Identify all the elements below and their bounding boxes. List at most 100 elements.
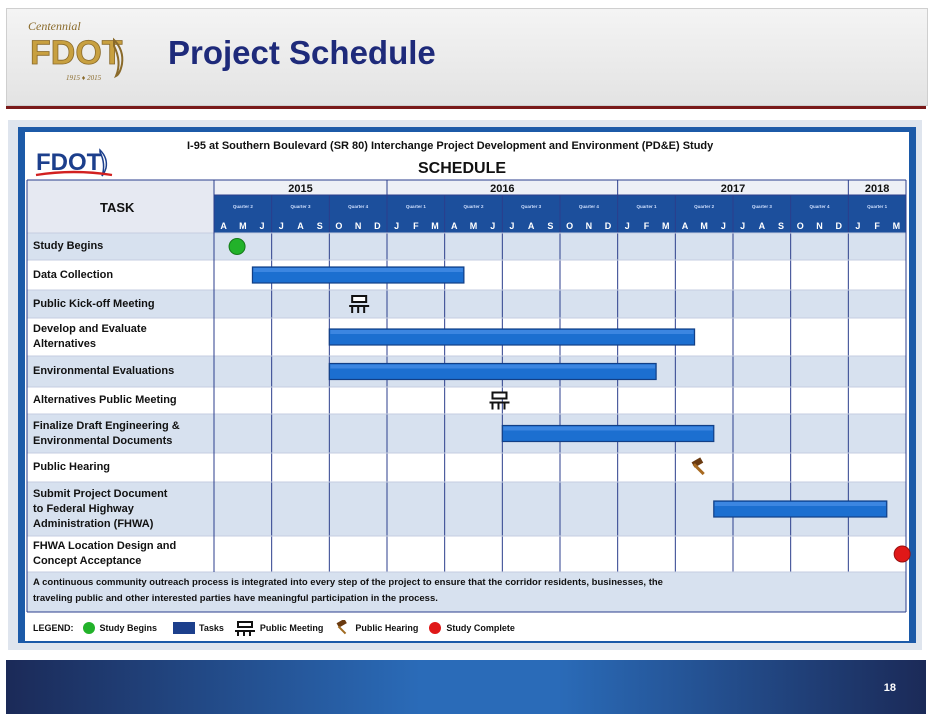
slide: Centennial FDOT 1915 ♦ 2015 Project Sche… xyxy=(0,0,932,719)
month-label: D xyxy=(605,221,612,231)
month-label: J xyxy=(855,221,860,231)
task-row xyxy=(27,233,906,260)
month-label: O xyxy=(566,221,573,231)
month-label: M xyxy=(239,221,247,231)
legend-item-study-begins: Study Begins xyxy=(82,621,158,635)
task-label: Public Kick-off Meeting xyxy=(33,297,155,312)
quarter-label: Quarter 3 xyxy=(290,204,311,209)
green-circle-icon xyxy=(82,622,95,634)
task-label: FHWA Location Design and Concept Acceptan… xyxy=(33,539,176,569)
page-number: 18 xyxy=(883,682,896,694)
month-label: F xyxy=(413,221,419,231)
legend: LEGEND: Study Begins Tasks Public Meetin… xyxy=(33,620,515,636)
study-begins-marker xyxy=(228,238,246,255)
task-label-line: Develop and Evaluate xyxy=(33,323,147,335)
task-label: Finalize Draft Engineering & Environmenta… xyxy=(33,419,180,449)
legend-label: Study Begins xyxy=(99,623,158,633)
month-label: J xyxy=(279,221,284,231)
task-bar-icon xyxy=(173,622,196,634)
month-label: A xyxy=(297,221,304,231)
task-bar-highlight xyxy=(714,502,886,506)
task-label-line: Submit Project Document xyxy=(33,487,168,500)
outreach-note-line: traveling public and other interested pa… xyxy=(33,593,438,604)
task-label-line: Public Hearing xyxy=(33,461,111,473)
month-label: J xyxy=(509,221,514,231)
task-label-line: Environmental Evaluations xyxy=(33,365,175,377)
month-label: J xyxy=(490,221,495,231)
task-label-line: Alternatives Public Meeting xyxy=(33,394,177,406)
red-circle-icon xyxy=(429,622,442,634)
schedule-grid: 2015 2016 2017 2018 Quarter 2 Quarter 3 Quarte… xyxy=(26,179,911,613)
month-label: S xyxy=(317,221,323,231)
month-label: S xyxy=(778,221,784,231)
outreach-note-line: A continuous community outreach process … xyxy=(33,577,663,588)
task-bar-highlight xyxy=(330,330,694,334)
legend-title: LEGEND: xyxy=(33,623,74,633)
task-bar-highlight xyxy=(330,364,656,369)
quarter-label: Quarter 4 xyxy=(809,204,830,209)
task-label: Develop and Evaluate Alternatives xyxy=(33,322,147,352)
task-label: Public Hearing xyxy=(33,460,110,475)
year-header-row xyxy=(214,180,906,195)
month-label: J xyxy=(260,221,265,231)
task-label-line: Concept Acceptance xyxy=(33,555,142,567)
month-label: A xyxy=(220,221,227,231)
quarter-label: Quarter 2 xyxy=(233,204,254,209)
task-label: Study Begins xyxy=(33,239,103,254)
month-label: J xyxy=(721,221,726,231)
quarter-label: Quarter 1 xyxy=(867,204,888,209)
task-label-line: Alternatives xyxy=(33,338,96,350)
month-label: M xyxy=(470,221,478,231)
task-column-header: TASK xyxy=(100,200,135,215)
task-row xyxy=(27,290,906,318)
month-label: D xyxy=(374,221,381,231)
task-label: Environmental Evaluations xyxy=(33,364,174,379)
task-row xyxy=(27,453,906,482)
legend-label: Study Complete xyxy=(446,623,515,633)
month-label: O xyxy=(335,221,342,231)
month-label: N xyxy=(355,221,362,231)
month-label: F xyxy=(874,221,880,231)
task-label-line: Data Collection xyxy=(33,268,114,281)
legend-item-study-complete: Study Complete xyxy=(428,621,515,635)
month-label: F xyxy=(644,221,650,231)
month-label: D xyxy=(835,221,842,231)
month-label: A xyxy=(451,221,458,231)
task-label-line: FHWA Location Design and xyxy=(33,540,177,552)
study-complete-marker xyxy=(893,545,911,563)
task-label-line: Environmental Documents xyxy=(33,434,173,447)
year-label: 2017 xyxy=(721,183,745,195)
legend-item-public-hearing: Public Hearing xyxy=(333,620,418,636)
quarter-label: Quarter 2 xyxy=(463,204,484,209)
task-label-line: Finalize Draft Engineering & xyxy=(33,419,180,432)
slide-footer: 18 xyxy=(6,660,926,714)
month-label: O xyxy=(797,221,804,231)
task-label-line: to Federal Highway xyxy=(33,502,134,515)
quarter-label: Quarter 4 xyxy=(579,204,600,209)
gavel-icon xyxy=(336,620,348,635)
month-label: N xyxy=(586,221,593,231)
quarter-label: Quarter 1 xyxy=(406,204,427,209)
month-label: A xyxy=(682,221,689,231)
task-label-line: Study Begins xyxy=(33,240,104,252)
public-meeting-icon xyxy=(234,621,255,636)
task-label-line: Public Kick-off Meeting xyxy=(33,297,155,310)
quarter-label: Quarter 3 xyxy=(752,204,773,209)
month-label: J xyxy=(394,221,399,231)
year-label: 2016 xyxy=(490,183,514,195)
task-label: Data Collection xyxy=(33,268,113,283)
legend-label: Public Hearing xyxy=(355,623,419,633)
month-label: M xyxy=(700,221,708,231)
task-row xyxy=(27,260,906,290)
month-label: J xyxy=(740,221,745,231)
month-label: A xyxy=(759,221,766,231)
legend-item-tasks: Tasks xyxy=(173,622,224,634)
month-label: M xyxy=(662,221,670,231)
month-label: S xyxy=(547,221,553,231)
task-label: Alternatives Public Meeting xyxy=(33,393,177,408)
task-bar-highlight xyxy=(503,426,713,431)
legend-item-public-meeting: Public Meeting xyxy=(234,620,323,636)
month-label: M xyxy=(431,221,439,231)
month-label: J xyxy=(625,221,630,231)
task-label-line: Administration (FHWA) xyxy=(33,517,154,530)
